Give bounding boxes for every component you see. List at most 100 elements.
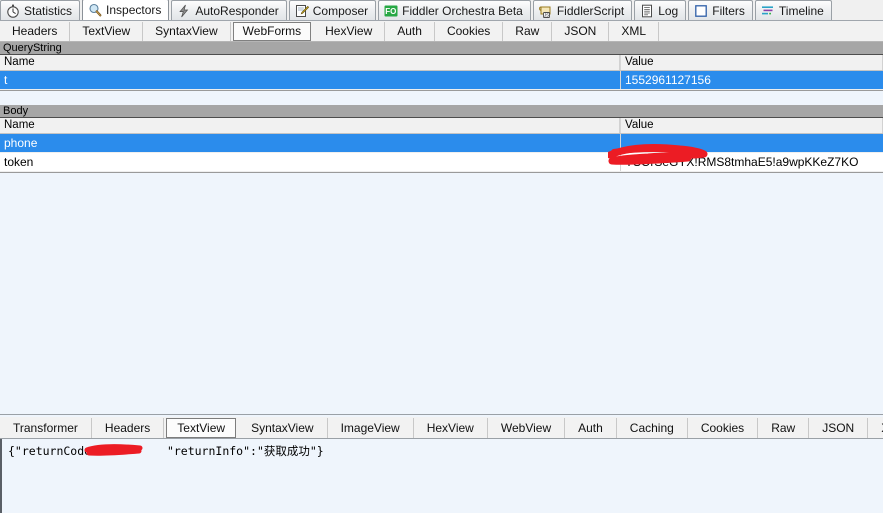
response-tab-imageview[interactable]: ImageView (328, 417, 414, 438)
main-tabstrip: Statistics Inspectors AutoResponder Comp… (0, 0, 883, 21)
stopwatch-icon (6, 4, 20, 18)
fo-badge-icon: FO (384, 4, 398, 18)
request-tab-webforms[interactable]: WebForms (232, 21, 312, 41)
response-tab-hexview[interactable]: HexView (414, 417, 488, 438)
main-tab-statistics[interactable]: Statistics (0, 0, 81, 20)
magnifier-icon (88, 3, 102, 17)
response-tab-label: Auth (578, 420, 603, 435)
request-tab-auth[interactable]: Auth (385, 21, 435, 41)
request-tab-textview[interactable]: TextView (70, 21, 144, 41)
querystring-grid-header: Name Value (0, 55, 883, 71)
row-name-cell: t (4, 73, 8, 87)
response-tab-caching[interactable]: Caching (617, 417, 688, 438)
request-tab-json[interactable]: JSON (552, 21, 610, 41)
response-tab-webview[interactable]: WebView (488, 417, 566, 438)
main-tab-timeline[interactable]: Timeline (754, 0, 832, 20)
table-row[interactable]: t 1552961127156 (0, 71, 883, 90)
response-tab-label: TextView (177, 420, 226, 435)
row-value-cell: 1552961127156 (620, 71, 883, 89)
timeline-icon (761, 4, 775, 18)
main-tab-filters[interactable]: Filters (688, 0, 753, 20)
request-tab-label: Headers (12, 23, 58, 38)
webforms-pane: QueryString Name Value t 1552961127156 B… (0, 42, 883, 414)
main-tab-label: Inspectors (106, 3, 162, 17)
body-grid-header: Name Value (0, 118, 883, 134)
request-tab-syntaxview[interactable]: SyntaxView (143, 21, 231, 41)
response-tab-cookies[interactable]: Cookies (688, 417, 759, 438)
response-body-text: {"returnCode": "returnInfo":"获取成功"} (2, 439, 324, 458)
main-tab-autoresponder[interactable]: AutoResponder (171, 0, 287, 20)
request-inspector-tabstrip: Headers TextView SyntaxView WebForms Hex… (0, 21, 883, 42)
main-tab-label: Composer (312, 3, 369, 18)
response-tab-json[interactable]: JSON (809, 417, 869, 438)
request-tabstrip-filler (659, 22, 883, 41)
request-tab-hexview[interactable]: HexView (313, 21, 386, 41)
request-tab-xml[interactable]: XML (609, 21, 660, 41)
response-inspector-tabstrip: Transformer Headers TextView SyntaxView … (0, 417, 883, 439)
log-list-icon (640, 4, 654, 18)
column-header-name[interactable]: Name (0, 55, 620, 70)
row-name-cell: phone (4, 136, 38, 150)
response-tab-label: Caching (629, 420, 674, 435)
response-tab-raw[interactable]: Raw (758, 417, 810, 438)
main-tab-label: Fiddler Orchestra Beta (402, 3, 523, 18)
row-value-cell: YSOrSeGYX!RMS8tmhaE5!a9wpKKeZ7KO (620, 153, 883, 171)
request-tab-label: Raw (515, 23, 540, 38)
row-name-cell: token (4, 155, 34, 169)
response-tab-transformer[interactable]: Transformer (0, 417, 92, 438)
request-tab-label: JSON (564, 23, 597, 38)
main-tab-label: Log (658, 3, 679, 18)
response-tab-label: ImageView (340, 420, 400, 435)
js-scroll-icon: JS (538, 4, 553, 18)
response-tab-label: Raw (771, 420, 796, 435)
response-tab-label: WebView (500, 420, 552, 435)
lightning-icon (177, 4, 191, 18)
section-gap (0, 91, 883, 105)
main-tab-log[interactable]: Log (634, 0, 687, 20)
request-tab-raw[interactable]: Raw (503, 21, 553, 41)
notepad-pencil-icon (295, 4, 309, 18)
main-tab-inspectors[interactable]: Inspectors (82, 0, 170, 20)
main-tab-fiddlerscript[interactable]: JS FiddlerScript (532, 0, 633, 20)
main-tab-composer[interactable]: Composer (288, 0, 377, 20)
column-header-value[interactable]: Value (620, 55, 883, 70)
main-tab-label: FiddlerScript (556, 3, 625, 18)
main-tab-label: Filters (712, 3, 745, 18)
request-tab-label: TextView (82, 23, 131, 38)
main-tab-label: Timeline (778, 3, 824, 18)
request-tab-label: WebForms (242, 23, 302, 38)
response-tab-auth[interactable]: Auth (565, 417, 617, 438)
response-tab-label: Cookies (700, 420, 745, 435)
response-tab-label: JSON (822, 420, 855, 435)
request-tab-label: SyntaxView (155, 23, 218, 38)
main-tab-label: Statistics (24, 3, 73, 18)
response-tab-headers[interactable]: Headers (92, 417, 165, 438)
response-tab-label: Transformer (13, 420, 78, 435)
svg-text:FO: FO (385, 7, 396, 16)
request-tab-label: Auth (397, 23, 422, 38)
response-text-after: "returnInfo":"获取成功"} (166, 444, 324, 458)
request-tab-cookies[interactable]: Cookies (435, 21, 504, 41)
request-tab-headers[interactable]: Headers (0, 21, 71, 41)
table-row[interactable]: phone (0, 134, 883, 153)
querystring-section-header: QueryString (0, 42, 883, 55)
table-row[interactable]: token YSOrSeGYX!RMS8tmhaE5!a9wpKKeZ7KO (0, 153, 883, 172)
response-tab-label: SyntaxView (251, 420, 314, 435)
request-tab-label: Cookies (446, 23, 491, 38)
body-section-header: Body (0, 105, 883, 118)
response-textview-pane[interactable]: {"returnCode": "returnInfo":"获取成功"} (0, 439, 883, 513)
column-header-value[interactable]: Value (620, 118, 883, 133)
response-tab-label: Headers (104, 420, 151, 435)
response-text-before: {"returnCode": (8, 444, 105, 458)
column-header-name[interactable]: Name (0, 118, 620, 133)
response-tab-xml[interactable]: XML (868, 418, 883, 438)
response-tab-textview[interactable]: TextView (166, 417, 237, 438)
request-tab-label: XML (621, 23, 647, 38)
response-tab-syntaxview[interactable]: SyntaxView (238, 417, 328, 438)
request-tab-label: HexView (325, 23, 373, 38)
row-value-cell (620, 134, 883, 152)
body-grid: Name Value phone token YSOrSeGYX!RMS8tmh… (0, 118, 883, 173)
response-tab-label: HexView (426, 420, 474, 435)
main-tab-label: AutoResponder (195, 3, 279, 18)
main-tab-fiddler-orchestra-beta[interactable]: FO Fiddler Orchestra Beta (378, 0, 531, 20)
